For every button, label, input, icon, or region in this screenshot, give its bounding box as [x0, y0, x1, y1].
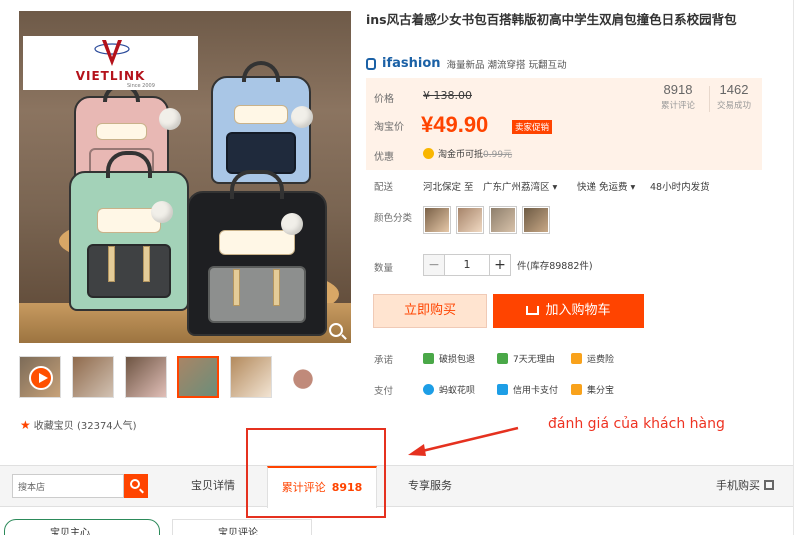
- promise-item-1[interactable]: 破损包退: [423, 352, 475, 365]
- star-icon: ★: [20, 418, 31, 432]
- brand-tags: 海量新品 潮流穿搭 玩翻互动: [446, 59, 567, 71]
- shipping-to-select[interactable]: 广东广州荔湾区 ▾: [483, 179, 557, 193]
- shipping-time: 48小时内发货: [650, 182, 710, 193]
- thumbnail-3-selected[interactable]: [177, 356, 219, 398]
- search-icon: [130, 479, 140, 489]
- color-swatch-2[interactable]: [456, 206, 484, 234]
- bottom-left-text: 宝贝主心: [50, 528, 90, 535]
- shipping-from: 河北保定 至: [423, 182, 474, 193]
- promo-badge[interactable]: 卖家促销: [512, 120, 553, 134]
- color-swatch-4[interactable]: [522, 206, 550, 234]
- favorite-count: (32374人气): [76, 421, 137, 432]
- tab-details[interactable]: 宝贝详情: [172, 466, 254, 507]
- price-label: 价格: [374, 94, 394, 105]
- color-label: 颜色分类: [374, 213, 413, 224]
- payment-item-2[interactable]: 信用卡支付: [497, 383, 558, 396]
- qr-code-icon: [764, 480, 774, 490]
- favorite-label: 收藏宝贝: [33, 421, 74, 432]
- discount-label: 优惠: [374, 152, 394, 163]
- green-backpack: [69, 151, 189, 311]
- jifenbao-icon: [571, 384, 582, 395]
- quantity-stepper: − 1 + 件(库存89882件): [423, 254, 593, 276]
- quantity-label: 数量: [374, 263, 394, 274]
- payment-item-1[interactable]: 蚂蚁花呗: [423, 383, 475, 396]
- discount-text: 淘金币可抵0.99元: [438, 150, 513, 160]
- promise-item-2[interactable]: 7天无理由: [497, 352, 555, 365]
- annotation-text: đánh giá của khách hàng: [548, 416, 725, 432]
- stat-reviews-label: 累计评论: [660, 101, 695, 111]
- tab-services[interactable]: 专享服务: [392, 466, 468, 507]
- tab-bar: 搜本店 宝贝详情 累计评论 8918 专享服务 手机购买: [0, 465, 800, 508]
- promise-item-3[interactable]: 运费险: [571, 352, 614, 365]
- buy-now-button[interactable]: 立即购买: [373, 294, 487, 328]
- brand-row[interactable]: ifashion 海量新品 潮流穿搭 玩翻互动: [366, 56, 567, 71]
- color-swatch-3[interactable]: [489, 206, 517, 234]
- shop-search-input[interactable]: 搜本店: [12, 474, 124, 498]
- annotation-arrow-icon: [408, 426, 519, 456]
- blue-backpack: [211, 61, 311, 184]
- payment-item-3[interactable]: 集分宝: [571, 383, 614, 396]
- add-to-cart-label: 加入购物车: [545, 303, 611, 318]
- vietlink-logo: VIETLINK Since 2009: [23, 36, 198, 90]
- zoom-icon[interactable]: [329, 323, 343, 337]
- payment-label: 支付: [374, 386, 394, 397]
- right-sidebar-edge: [793, 0, 800, 535]
- stat-reviews[interactable]: 8918 累计评论: [650, 82, 706, 111]
- play-icon: [29, 366, 53, 390]
- original-price: ¥ 138.00: [423, 89, 472, 102]
- bottom-right-text: 宝贝评论: [218, 528, 258, 535]
- mobile-buy-link[interactable]: 手机购买: [716, 466, 774, 506]
- price-panel: 价格 ¥ 138.00 淘宝价 ¥49.90 卖家促销 8918 累计评论 14…: [366, 78, 762, 170]
- logo-since: Since 2009: [127, 83, 155, 89]
- vietlink-mark-icon: [94, 40, 130, 66]
- stock-text: 件(库存89882件): [517, 261, 593, 272]
- mobile-buy-label: 手机购买: [716, 479, 760, 492]
- ifashion-icon: [366, 57, 376, 70]
- add-to-cart-button[interactable]: 加入购物车: [493, 294, 644, 328]
- thumbnail-5[interactable]: [282, 356, 324, 398]
- thumbnail-strip: [19, 356, 329, 398]
- coin-icon: [423, 148, 434, 159]
- thumbnail-2[interactable]: [125, 356, 167, 398]
- color-swatch-1[interactable]: [423, 206, 451, 234]
- insurance-icon: [571, 353, 582, 364]
- thumbnail-4[interactable]: [230, 356, 272, 398]
- cart-icon: [526, 306, 540, 315]
- black-backpack: [187, 170, 327, 336]
- logo-text: VIETLINK: [75, 69, 146, 83]
- taobao-price-label: 淘宝价: [374, 122, 404, 133]
- product-title: ins风古着感少女书包百搭韩版初高中学生双肩包撞色日系校园背包: [366, 12, 737, 27]
- quantity-plus-button[interactable]: +: [489, 254, 511, 276]
- thumbnail-1[interactable]: [72, 356, 114, 398]
- stat-sales-label: 交易成功: [716, 101, 751, 111]
- color-swatches: [423, 206, 550, 234]
- promise-label: 承诺: [374, 355, 394, 366]
- annotation-highlight-box: [246, 428, 386, 518]
- favorite-link[interactable]: ★ 收藏宝贝 (32374人气): [20, 417, 137, 432]
- stat-sales-number: 1462: [719, 82, 749, 97]
- shop-search-button[interactable]: [124, 474, 148, 498]
- credit-card-icon: [497, 384, 508, 395]
- quantity-input[interactable]: 1: [445, 254, 489, 276]
- stat-reviews-number: 8918: [663, 82, 693, 97]
- stat-sales: 1462 交易成功: [706, 82, 762, 111]
- brand-name: ifashion: [382, 56, 441, 71]
- shipping-method-select[interactable]: 快递 免运费 ▾: [577, 179, 635, 193]
- huabei-icon: [423, 384, 434, 395]
- thumbnail-video[interactable]: [19, 356, 61, 398]
- seven-days-icon: [497, 353, 508, 364]
- quantity-minus-button[interactable]: −: [423, 254, 445, 276]
- shipping-label: 配送: [374, 182, 394, 193]
- shield-icon: [423, 353, 434, 364]
- current-price: ¥49.90: [421, 112, 489, 137]
